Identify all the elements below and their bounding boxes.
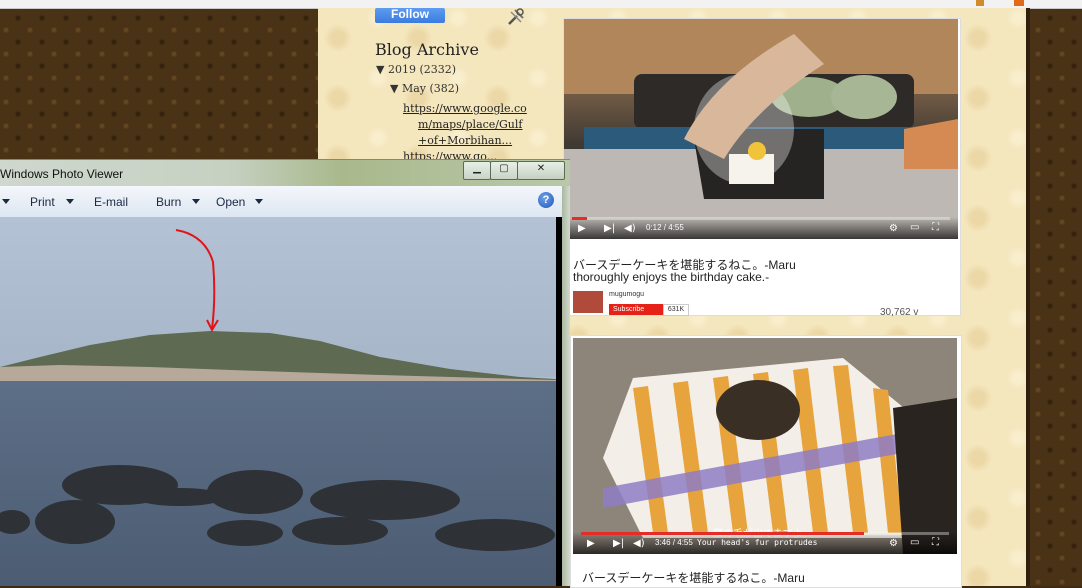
help-icon[interactable]: ? <box>538 192 554 208</box>
extension-icon[interactable] <box>976 0 984 6</box>
subscribe-button[interactable]: Subscribe <box>609 304 669 315</box>
video-frame-cat-box <box>573 338 957 554</box>
archive-link-line-1: https://www.google.co <box>403 102 527 115</box>
play-icon[interactable]: ▶ <box>587 538 595 549</box>
volume-icon[interactable]: ◀) <box>624 223 636 234</box>
extension-icon-2[interactable] <box>1014 0 1024 6</box>
subscriber-count: 631K <box>663 304 689 316</box>
next-icon[interactable]: ▶| <box>604 223 615 234</box>
archive-link-line-2: m/maps/place/Gulf <box>418 118 523 131</box>
video-player-2[interactable]: 頭の毛が出てますよ。 ▶ ▶| ◀) 3:46 / 4:55 Your head… <box>573 338 957 554</box>
video-progress-1[interactable] <box>572 217 950 220</box>
minimize-button[interactable]: ▁ <box>463 161 491 180</box>
theater-icon[interactable]: ▭ <box>910 222 919 233</box>
archive-year-toggle[interactable]: ▼ 2019 (2332) <box>376 63 456 76</box>
caption-english: Your head's fur protrudes <box>697 538 818 547</box>
channel-name[interactable]: mugumogu <box>609 291 644 298</box>
settings-icon[interactable]: ⚙ <box>889 223 898 234</box>
close-icon: ✕ <box>536 163 546 174</box>
photo-viewer-titlebar[interactable]: Windows Photo Viewer ▁ ▢ ✕ <box>0 159 570 187</box>
next-icon[interactable]: ▶| <box>613 538 624 549</box>
photo-viewer-window: Windows Photo Viewer ▁ ▢ ✕ Print E-mail … <box>0 159 570 586</box>
theater-icon[interactable]: ▭ <box>910 537 919 548</box>
photo-view-area <box>0 217 556 586</box>
video-time-1: 0:12 / 4:55 <box>646 223 684 232</box>
video-title-2[interactable]: バースデーケーキを堪能するねこ。-Maru <box>582 569 805 586</box>
video-frame-cat-cake <box>564 19 958 239</box>
video-time-2: 3:46 / 4:55 <box>655 538 693 547</box>
archive-month-toggle[interactable]: ▼ May (382) <box>390 82 459 95</box>
fullscreen-icon[interactable]: ⛶ <box>932 537 939 548</box>
archive-link-line-3: +of+Morbihan... <box>418 134 513 147</box>
blog-column-border-right <box>1026 8 1030 586</box>
photo-viewer-title: Windows Photo Viewer <box>0 167 124 181</box>
maximize-button[interactable]: ▢ <box>490 161 518 180</box>
settings-icon[interactable]: ⚙ <box>889 538 898 549</box>
video-subtitle-1: thoroughly enjoys the birthday cake.- <box>573 270 770 284</box>
file-menu-arrow-icon[interactable] <box>2 199 10 204</box>
maximize-icon: ▢ <box>499 163 509 174</box>
burn-dropdown-icon[interactable] <box>192 199 200 204</box>
print-dropdown-icon[interactable] <box>66 199 74 204</box>
email-button[interactable]: E-mail <box>94 195 128 209</box>
photo-island-sea <box>0 217 556 586</box>
close-button[interactable]: ✕ <box>517 161 565 180</box>
video-controls-2: ▶ ▶| ◀) 3:46 / 4:55 Your head's fur prot… <box>573 532 957 554</box>
volume-icon[interactable]: ◀) <box>633 538 645 549</box>
video-card-1: ▶ ▶| ◀) 0:12 / 4:55 ⚙ ▭ ⛶ バースデーケーキを堪能するね… <box>563 18 961 318</box>
video-progress-2[interactable] <box>581 532 949 535</box>
blog-archive-heading: Blog Archive <box>375 40 479 59</box>
photo-viewer-toolbar: Print E-mail Burn Open ? <box>0 186 562 218</box>
archive-post-link[interactable]: https://www.google.co m/maps/place/Gulf … <box>403 101 528 149</box>
play-icon[interactable]: ▶ <box>578 223 586 234</box>
follow-button[interactable]: Follow <box>375 8 445 23</box>
photo-viewer-frame-edge[interactable] <box>562 186 570 586</box>
channel-avatar[interactable] <box>573 291 603 313</box>
view-count: 30,762 v <box>880 307 919 318</box>
open-menu[interactable]: Open <box>216 195 245 209</box>
print-menu[interactable]: Print <box>30 195 55 209</box>
minimize-icon: ▁ <box>473 163 481 174</box>
video-card-2: 頭の毛が出てますよ。 ▶ ▶| ◀) 3:46 / 4:55 Your head… <box>570 335 962 588</box>
video-controls-1: ▶ ▶| ◀) 0:12 / 4:55 ⚙ ▭ ⛶ <box>564 217 958 239</box>
burn-menu[interactable]: Burn <box>156 195 181 209</box>
wrench-icon[interactable] <box>505 6 527 28</box>
open-dropdown-icon[interactable] <box>255 199 263 204</box>
video-player-1[interactable]: ▶ ▶| ◀) 0:12 / 4:55 ⚙ ▭ ⛶ <box>564 19 958 239</box>
fullscreen-icon[interactable]: ⛶ <box>932 222 939 233</box>
